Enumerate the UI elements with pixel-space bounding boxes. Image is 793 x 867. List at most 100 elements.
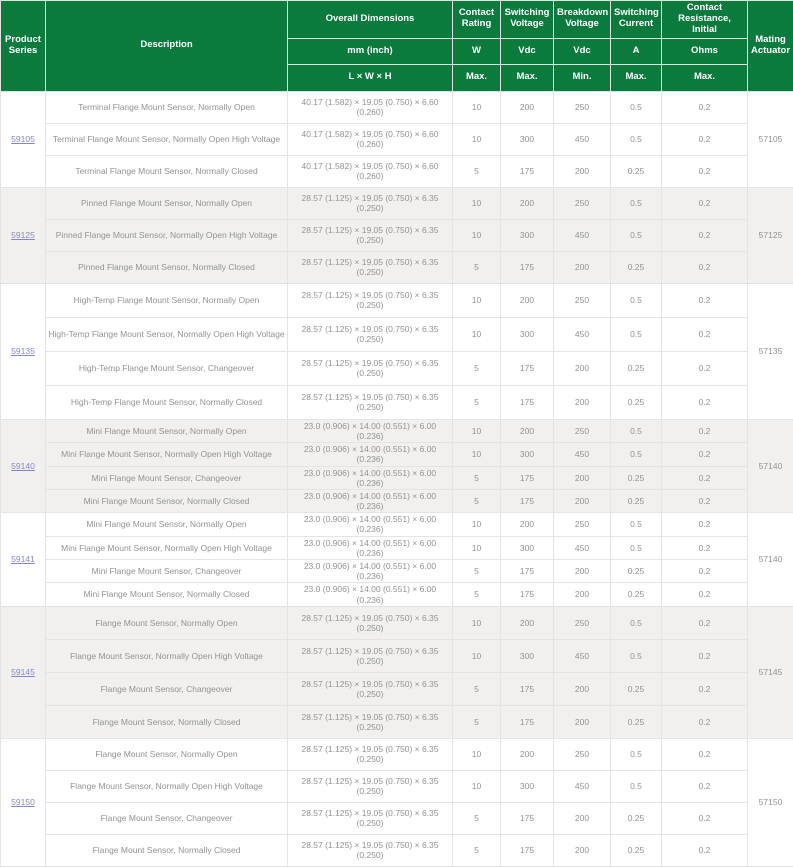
header-switching-current-unit: A [611, 38, 662, 64]
switching-current-cell: 0.25 [611, 583, 662, 606]
dimensions-cell: 23.0 (0.906) × 14.00 (0.551) × 6.00 (0.2… [288, 489, 453, 512]
table-row: Terminal Flange Mount Sensor, Normally O… [1, 123, 793, 155]
contact-rating-cell: 10 [453, 639, 501, 672]
series-link[interactable]: 59140 [11, 461, 35, 471]
contact-resistance-cell: 0.2 [662, 738, 748, 770]
dimensions-cell: 28.57 (1.125) × 19.05 (0.750) × 6.35 (0.… [288, 802, 453, 834]
series-link[interactable]: 59141 [11, 554, 35, 564]
series-link[interactable]: 59145 [11, 667, 35, 677]
breakdown-voltage-cell: 250 [554, 606, 611, 639]
dimensions-cell: 28.57 (1.125) × 19.05 (0.750) × 6.35 (0.… [288, 251, 453, 283]
header-contact-rating-limit: Max. [453, 64, 501, 91]
contact-resistance-cell: 0.2 [662, 672, 748, 705]
contact-resistance-cell: 0.2 [662, 91, 748, 123]
switching-current-cell: 0.25 [611, 802, 662, 834]
dimensions-cell: 23.0 (0.906) × 14.00 (0.551) × 6.00 (0.2… [288, 466, 453, 489]
table-row: Mini Flange Mount Sensor, Changeover23.0… [1, 560, 793, 583]
table-row: Flange Mount Sensor, Changeover28.57 (1.… [1, 672, 793, 705]
switching-current-cell: 0.5 [611, 317, 662, 351]
switching-voltage-cell: 300 [501, 536, 554, 559]
description-cell: Flange Mount Sensor, Changeover [46, 802, 288, 834]
contact-resistance-cell: 0.2 [662, 419, 748, 442]
table-row: Flange Mount Sensor, Normally Closed28.5… [1, 834, 793, 866]
breakdown-voltage-cell: 200 [554, 583, 611, 606]
description-cell: Flange Mount Sensor, Changeover [46, 672, 288, 705]
table-row: 59141Mini Flange Mount Sensor, Normally … [1, 513, 793, 536]
breakdown-voltage-cell: 200 [554, 705, 611, 738]
header-dimensions-format: L × W × H [288, 64, 453, 91]
series-link[interactable]: 59105 [11, 134, 35, 144]
table-row: 59105Terminal Flange Mount Sensor, Norma… [1, 91, 793, 123]
description-cell: Mini Flange Mount Sensor, Changeover [46, 466, 288, 489]
switching-voltage-cell: 300 [501, 639, 554, 672]
contact-rating-cell: 5 [453, 251, 501, 283]
contact-rating-cell: 5 [453, 672, 501, 705]
series-cell: 59145 [1, 606, 46, 738]
mating-actuator-cell: 57150 [748, 738, 793, 866]
breakdown-voltage-cell: 200 [554, 802, 611, 834]
switching-current-cell: 0.5 [611, 443, 662, 466]
switching-current-cell: 0.5 [611, 187, 662, 219]
series-cell: 59141 [1, 513, 46, 607]
switching-voltage-cell: 175 [501, 489, 554, 512]
contact-rating-cell: 10 [453, 123, 501, 155]
series-link[interactable]: 59150 [11, 797, 35, 807]
description-cell: Mini Flange Mount Sensor, Normally Close… [46, 583, 288, 606]
contact-resistance-cell: 0.2 [662, 466, 748, 489]
contact-resistance-cell: 0.2 [662, 513, 748, 536]
switching-current-cell: 0.25 [611, 251, 662, 283]
description-cell: Mini Flange Mount Sensor, Changeover [46, 560, 288, 583]
description-cell: High-Temp Flange Mount Sensor, Changeove… [46, 351, 288, 385]
switching-current-cell: 0.5 [611, 513, 662, 536]
mating-actuator-cell: 57140 [748, 419, 793, 513]
switching-voltage-cell: 300 [501, 770, 554, 802]
description-cell: Mini Flange Mount Sensor, Normally Close… [46, 489, 288, 512]
contact-resistance-cell: 0.2 [662, 560, 748, 583]
series-link[interactable]: 59135 [11, 346, 35, 356]
dimensions-cell: 28.57 (1.125) × 19.05 (0.750) × 6.35 (0.… [288, 283, 453, 317]
description-cell: Flange Mount Sensor, Normally Open High … [46, 639, 288, 672]
table-header: Product Series Description Overall Dimen… [1, 1, 793, 92]
breakdown-voltage-cell: 200 [554, 351, 611, 385]
breakdown-voltage-cell: 200 [554, 251, 611, 283]
series-link[interactable]: 59125 [11, 230, 35, 240]
switching-voltage-cell: 175 [501, 672, 554, 705]
switching-voltage-cell: 200 [501, 419, 554, 442]
table-row: Pinned Flange Mount Sensor, Normally Clo… [1, 251, 793, 283]
contact-rating-cell: 10 [453, 770, 501, 802]
dimensions-cell: 40.17 (1.582) × 19.05 (0.750) × 6.60 (0.… [288, 123, 453, 155]
header-mating-actuator: Mating Actuator [748, 1, 793, 92]
header-product-series: Product Series [1, 1, 46, 92]
description-cell: Mini Flange Mount Sensor, Normally Open [46, 513, 288, 536]
dimensions-cell: 28.57 (1.125) × 19.05 (0.750) × 6.35 (0.… [288, 672, 453, 705]
switching-current-cell: 0.25 [611, 466, 662, 489]
table-row: 59145Flange Mount Sensor, Normally Open2… [1, 606, 793, 639]
description-cell: Mini Flange Mount Sensor, Normally Open … [46, 536, 288, 559]
dimensions-cell: 40.17 (1.582) × 19.05 (0.750) × 6.60 (0.… [288, 91, 453, 123]
contact-resistance-cell: 0.2 [662, 317, 748, 351]
contact-rating-cell: 10 [453, 513, 501, 536]
table-row: Mini Flange Mount Sensor, Normally Close… [1, 489, 793, 512]
switching-voltage-cell: 175 [501, 385, 554, 419]
switching-voltage-cell: 200 [501, 513, 554, 536]
breakdown-voltage-cell: 450 [554, 219, 611, 251]
switching-current-cell: 0.25 [611, 489, 662, 512]
switching-voltage-cell: 200 [501, 283, 554, 317]
header-contact-resistance-unit: Ohms [662, 38, 748, 64]
header-contact-rating: Contact Rating [453, 1, 501, 39]
table-row: Flange Mount Sensor, Normally Open High … [1, 639, 793, 672]
dimensions-cell: 23.0 (0.906) × 14.00 (0.551) × 6.00 (0.2… [288, 583, 453, 606]
table-row: Mini Flange Mount Sensor, Normally Close… [1, 583, 793, 606]
dimensions-cell: 28.57 (1.125) × 19.05 (0.750) × 6.35 (0.… [288, 317, 453, 351]
switching-current-cell: 0.25 [611, 560, 662, 583]
contact-rating-cell: 10 [453, 606, 501, 639]
description-cell: Terminal Flange Mount Sensor, Normally C… [46, 155, 288, 187]
contact-resistance-cell: 0.2 [662, 639, 748, 672]
breakdown-voltage-cell: 200 [554, 834, 611, 866]
table-row: Mini Flange Mount Sensor, Normally Open … [1, 443, 793, 466]
contact-rating-cell: 10 [453, 187, 501, 219]
switching-current-cell: 0.25 [611, 351, 662, 385]
contact-rating-cell: 5 [453, 466, 501, 489]
description-cell: Pinned Flange Mount Sensor, Normally Ope… [46, 219, 288, 251]
header-switching-voltage: Switching Voltage [501, 1, 554, 39]
